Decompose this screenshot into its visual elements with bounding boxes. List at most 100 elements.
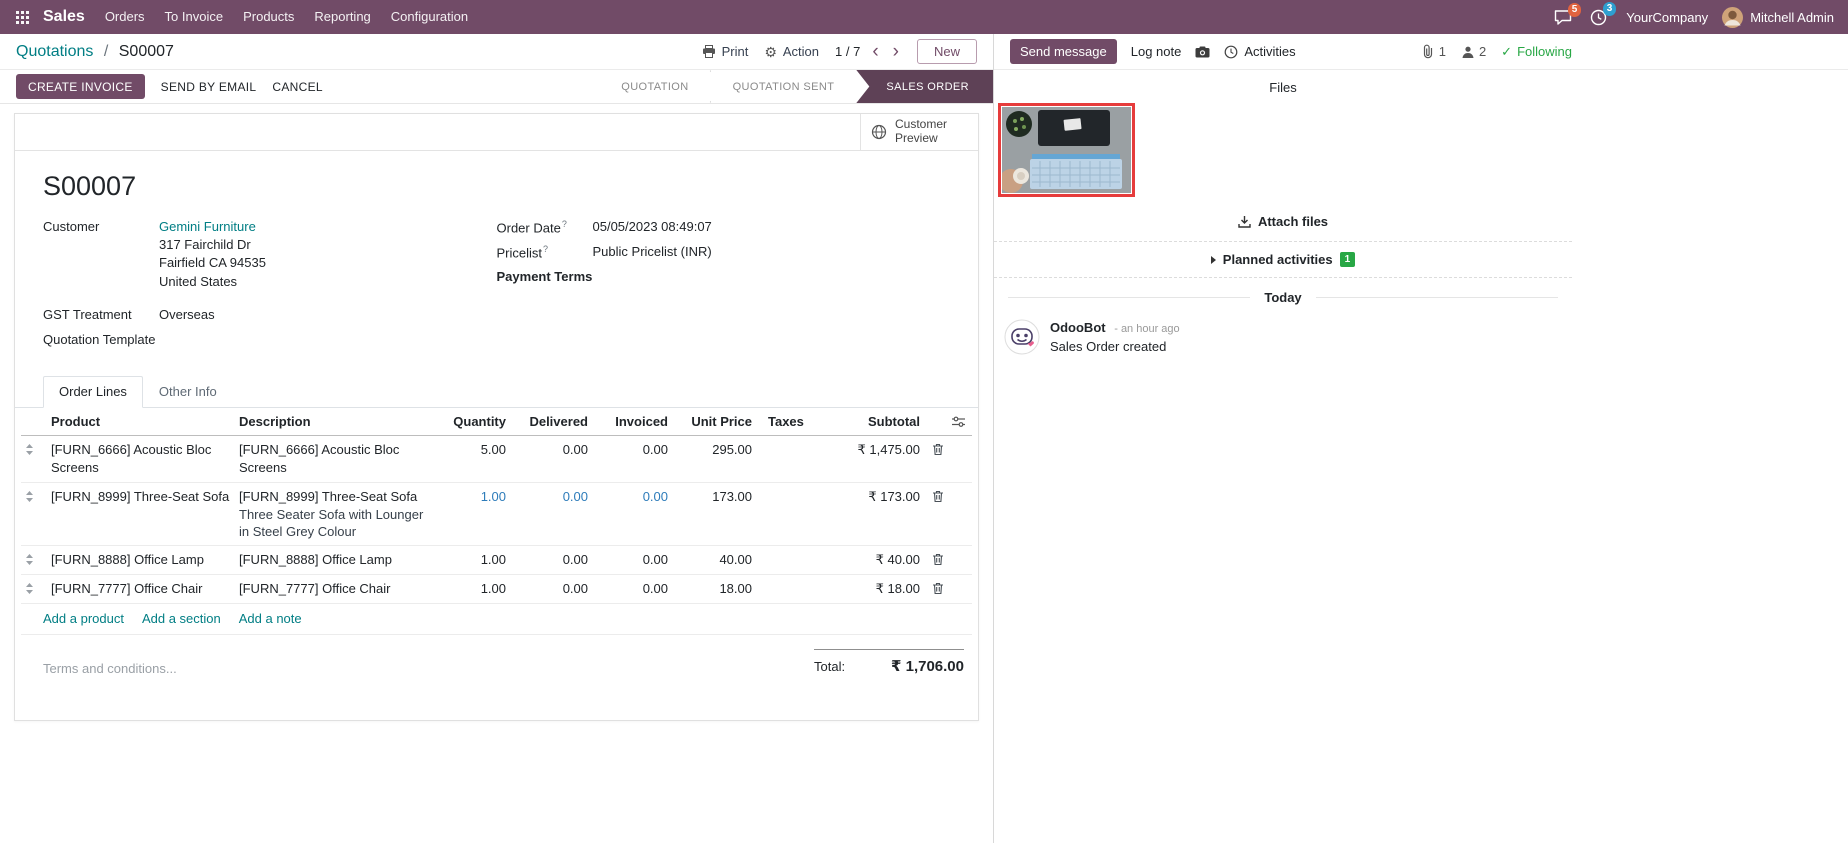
header-delivered[interactable]: Delivered [510, 413, 592, 431]
top-navbar: Sales Orders To Invoice Products Reporti… [0, 0, 1848, 34]
header-invoiced[interactable]: Invoiced [592, 413, 672, 431]
customer-link[interactable]: Gemini Furniture [159, 219, 256, 234]
table-row[interactable]: [FURN_8888] Office Lamp [FURN_8888] Offi… [21, 546, 972, 575]
breadcrumb-quotations[interactable]: Quotations [16, 43, 93, 60]
menu-configuration[interactable]: Configuration [381, 0, 478, 34]
breadcrumb-separator: / [104, 43, 108, 60]
attach-files-icon [1238, 215, 1251, 228]
status-quotation[interactable]: QUOTATION [599, 70, 710, 103]
table-header: Product Description Quantity Delivered I… [21, 408, 972, 436]
create-invoice-button[interactable]: CREATE INVOICE [16, 74, 145, 99]
drag-handle-icon[interactable] [21, 551, 47, 565]
following-button[interactable]: ✓ Following [1501, 44, 1572, 60]
log-note-button[interactable]: Log note [1131, 44, 1182, 59]
optional-columns-icon[interactable] [952, 413, 972, 428]
chatter-topbar: Send message Log note Activities [994, 34, 1848, 70]
paperclip-icon [1421, 44, 1435, 59]
attachment-thumbnail[interactable] [998, 103, 1135, 197]
customer-label: Customer [43, 218, 159, 299]
drag-handle-icon[interactable] [21, 580, 47, 594]
send-message-button[interactable]: Send message [1010, 39, 1117, 64]
apps-grid-icon[interactable] [10, 11, 35, 24]
delete-row-icon[interactable] [924, 580, 952, 595]
pager-next-button[interactable]: › [891, 42, 901, 61]
record-title: S00007 [15, 171, 978, 202]
company-switcher[interactable]: YourCompany [1626, 10, 1708, 25]
header-taxes[interactable]: Taxes [756, 413, 818, 431]
send-by-email-button[interactable]: SEND BY EMAIL [161, 80, 257, 94]
menu-orders[interactable]: Orders [95, 0, 155, 34]
attach-files-button[interactable]: Attach files [994, 206, 1572, 241]
table-row[interactable]: [FURN_8999] Three-Seat Sofa [FURN_8999] … [21, 483, 972, 546]
drag-handle-icon[interactable] [21, 488, 47, 502]
new-button[interactable]: New [917, 39, 977, 64]
user-avatar [1722, 7, 1743, 28]
followers-button[interactable]: 2 [1461, 44, 1486, 59]
customer-address: 317 Fairchild Dr Fairfield CA 94535 Unit… [159, 236, 266, 291]
breadcrumb: Quotations / S00007 [16, 43, 174, 61]
message-author[interactable]: OdooBot [1050, 320, 1106, 335]
planned-activities-toggle[interactable]: Planned activities 1 [994, 241, 1572, 278]
header-unit-price[interactable]: Unit Price [672, 413, 756, 431]
header-quantity[interactable]: Quantity [436, 413, 510, 431]
control-panel: Quotations / S00007 Print ⚙ Action 1 / 7 [0, 34, 993, 70]
camera-icon[interactable] [1195, 46, 1210, 58]
pager: 1 / 7 ‹ › [835, 42, 901, 61]
header-subtotal[interactable]: Subtotal [818, 413, 924, 431]
order-date-label: Order Date? [497, 218, 593, 236]
pager-previous-button[interactable]: ‹ [870, 42, 880, 61]
odoobot-avatar [1004, 319, 1040, 355]
total-box: Total: ₹ 1,706.00 [814, 649, 964, 676]
delete-row-icon[interactable] [924, 441, 952, 456]
app-name[interactable]: Sales [43, 8, 85, 26]
form-pane: Quotations / S00007 Print ⚙ Action 1 / 7 [0, 34, 994, 843]
globe-icon [871, 124, 887, 140]
add-product-link[interactable]: Add a product [43, 611, 124, 626]
customer-preview-label: Customer Preview [895, 118, 959, 146]
order-date-value[interactable]: 05/05/2023 08:49:07 [593, 218, 712, 236]
table-row[interactable]: [FURN_7777] Office Chair [FURN_7777] Off… [21, 575, 972, 604]
cancel-button[interactable]: CANCEL [272, 80, 322, 94]
status-quotation-sent[interactable]: QUOTATION SENT [711, 70, 857, 103]
total-value: ₹ 1,706.00 [891, 657, 964, 675]
message-timestamp: - an hour ago [1114, 323, 1179, 335]
total-label: Total: [814, 659, 845, 674]
stat-button-box: Customer Preview [15, 114, 978, 151]
form-scroll-area: Customer Preview S00007 Customer Gemini … [0, 104, 993, 843]
person-icon [1461, 45, 1475, 59]
activities-menu-button[interactable]: 3 [1590, 9, 1607, 26]
gst-treatment-value[interactable]: Overseas [159, 306, 215, 324]
menu-products[interactable]: Products [233, 0, 304, 34]
attachments-toggle[interactable]: 1 [1421, 44, 1446, 59]
pricelist-value[interactable]: Public Pricelist (INR) [593, 243, 712, 261]
notebook-tabs: Order Lines Other Info [15, 376, 978, 408]
tab-order-lines[interactable]: Order Lines [43, 376, 143, 408]
action-button[interactable]: ⚙ Action [764, 44, 819, 59]
terms-placeholder[interactable]: Terms and conditions... [43, 635, 814, 676]
tab-other-info[interactable]: Other Info [143, 376, 233, 408]
drag-handle-icon[interactable] [21, 441, 47, 455]
table-row[interactable]: [FURN_6666] Acoustic Bloc Screens [FURN_… [21, 436, 972, 483]
chatter-pane: Send message Log note Activities [994, 34, 1848, 843]
user-menu[interactable]: Mitchell Admin [1722, 7, 1834, 28]
header-product[interactable]: Product [47, 413, 235, 431]
delete-row-icon[interactable] [924, 551, 952, 566]
form-sheet: Customer Preview S00007 Customer Gemini … [14, 113, 979, 721]
add-section-link[interactable]: Add a section [142, 611, 221, 626]
header-description[interactable]: Description [235, 413, 436, 431]
customer-preview-button[interactable]: Customer Preview [860, 114, 978, 150]
message-text: Sales Order created [1050, 339, 1180, 354]
pager-value: 1 / 7 [835, 44, 860, 59]
planned-activities-badge: 1 [1340, 252, 1356, 267]
add-note-link[interactable]: Add a note [239, 611, 302, 626]
order-lines-table: Product Description Quantity Delivered I… [15, 408, 978, 635]
pricelist-label: Pricelist? [497, 243, 593, 261]
activities-button[interactable]: Activities [1224, 44, 1295, 59]
menu-to-invoice[interactable]: To Invoice [155, 0, 234, 34]
messages-button[interactable]: 5 [1554, 10, 1572, 25]
status-sales-order[interactable]: SALES ORDER [856, 70, 993, 103]
print-button[interactable]: Print [702, 44, 749, 59]
menu-reporting[interactable]: Reporting [304, 0, 380, 34]
help-marker: ? [562, 219, 567, 229]
delete-row-icon[interactable] [924, 488, 952, 503]
